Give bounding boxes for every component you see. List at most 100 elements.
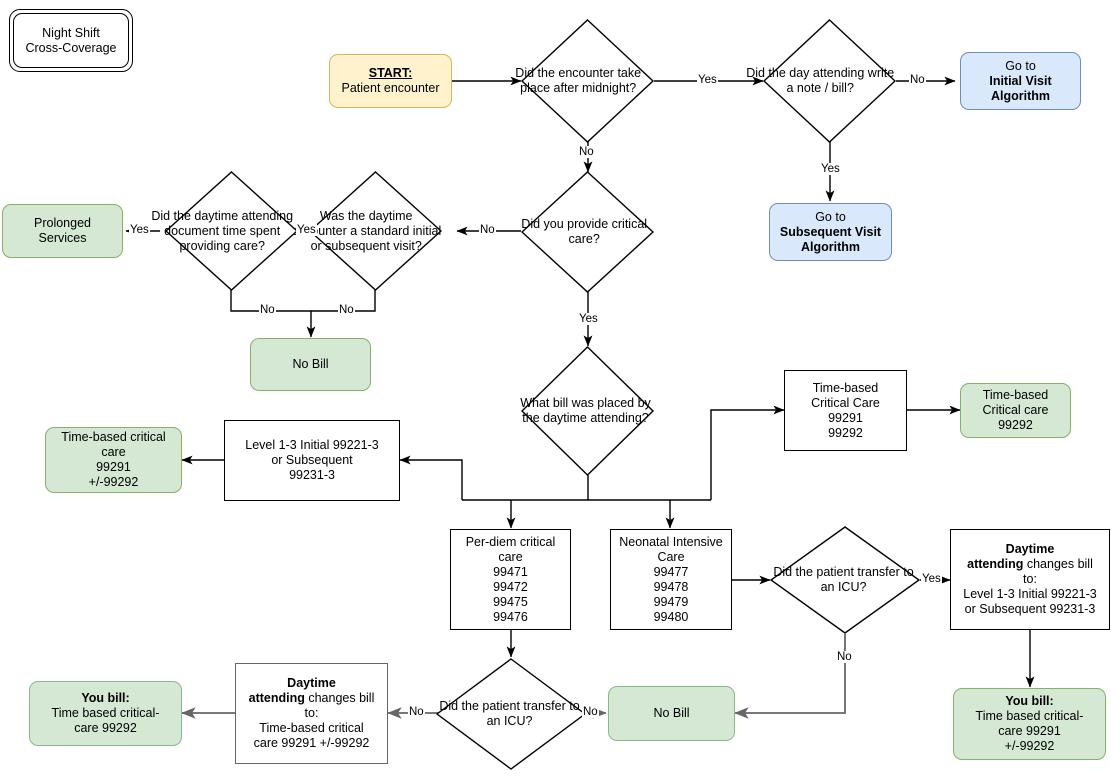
edge-label-no-icu-bottom: No [582,706,599,718]
decision-label: Did you provide critical care? [521,217,648,246]
process-line-2: or Subsequent [271,453,353,467]
title-line-1: Night Shift [42,25,100,40]
process-line-6: 99480 [653,609,689,624]
terminal-line-1: No Bill [653,706,690,720]
process-line-5: 99475 [493,594,528,609]
process-line-2: Critical Care [811,395,880,410]
terminal-no-bill-top: No Bill [250,338,371,391]
terminal-line-4: +/-99292 [88,475,139,489]
terminal-line-3: care 99292 [74,721,137,735]
start-sublabel: Patient encounter [341,81,440,95]
process-time-based-critical-care: Time-based Critical Care 99291 99292 [784,370,907,451]
process-line-5: care 99291 +/-99292 [253,736,370,750]
ref-line-2: Initial Visit [989,73,1052,88]
decision-icu-transfer-right: Did the patient transfer to an ICU? [770,526,920,634]
terminal-line-1: You bill: [1005,694,1054,708]
edge-label-no-day-attending: No [909,74,926,86]
process-line-2: care [498,549,523,564]
decision-label: Did the patient transfer to an ICU? [439,699,580,728]
decision-label: What bill was placed by the daytime atte… [520,396,651,425]
process-line-2b: changes bill [1023,557,1093,571]
process-line-5: 99479 [653,594,689,609]
decision-provide-critical-care: Did you provide critical care? [521,171,654,293]
edge-label-no-standard-visit: No [338,304,355,316]
process-line-2: attending [967,557,1024,571]
process-line-2: Care [657,549,685,564]
process-line-3: 99231-3 [289,468,335,482]
title-line-2: Cross-Coverage [25,40,117,55]
edge-label-no-critical-care: No [479,224,496,236]
edge-label-yes-icu-right: Yes [921,573,942,585]
terminal-prolonged-services: Prolonged Services [2,204,123,258]
edge-label-no-icu-right: No [836,651,853,663]
terminal-line-3: 99292 [998,418,1033,432]
flowchart-canvas: Night Shift Cross-Coverage START: Patien… [0,0,1111,779]
edge-label-yes-midnight: Yes [697,74,718,86]
terminal-line-2: care [101,445,126,459]
ref-line-1: Go to [815,209,846,224]
process-per-diem-critical-care: Per-diem critical care 99471 99472 99475… [450,529,571,630]
terminal-line-3: care 99291 [998,724,1061,738]
ref-line-1: Go to [1005,58,1036,73]
terminal-line-1: No Bill [292,357,329,371]
edge-label-yes-document-time: Yes [129,224,150,236]
process-daytime-attending-changes-to-time-based: Daytime attending changes bill to: Time-… [235,663,388,764]
edge-label-yes-day-attending: Yes [820,163,841,175]
terminal-line-2: Critical care [982,403,1049,417]
process-line-4: Level 1-3 Initial 99221-3 [963,587,1097,601]
process-line-1: Daytime [287,676,336,690]
process-level-1-3-initial-or-subsequent: Level 1-3 Initial 99221-3 or Subsequent … [224,420,400,501]
ref-line-2: Subsequent Visit [779,224,882,239]
decision-document-time-spent: Did the daytime attending document time … [151,171,298,291]
terminal-no-bill-bottom: No Bill [608,686,735,741]
process-line-1: Time-based [812,380,879,395]
terminal-line-2: Time based critical- [975,709,1084,723]
decision-icu-transfer-bottom: Did the patient transfer to an ICU? [436,658,586,770]
edge-label-yes-critical-care: Yes [578,313,599,325]
process-line-6: 99476 [493,609,528,624]
process-line-1: Level 1-3 Initial 99221-3 [245,438,379,452]
terminal-line-4: +/-99292 [1004,739,1055,753]
process-line-3: 99477 [653,564,689,579]
edge-label-yes-icu-bottom: No [408,706,425,718]
terminal-time-based-critical-care-99292: Time-based Critical care 99292 [960,383,1071,438]
terminal-line-2: Services [38,231,87,245]
terminal-line-1: You bill: [81,691,130,705]
terminal-you-bill-99292: You bill: Time based critical- care 9929… [29,681,182,746]
process-line-4: 99292 [828,425,863,440]
terminal-time-based-critical-care-99291: Time-based critical care 99291 +/-99292 [45,427,182,493]
terminal-you-bill-99291: You bill: Time based critical- care 9929… [953,688,1106,760]
process-line-4: Time-based critical [259,721,364,735]
terminal-line-1: Time-based critical [61,430,166,444]
reference-initial-visit-algorithm[interactable]: Go to Initial Visit Algorithm [960,52,1081,110]
decision-label: Did the daytime attending document time … [151,208,294,253]
terminal-line-1: Time-based [982,388,1049,402]
process-line-3: 99471 [493,564,528,579]
decision-label: Did the day attending write a note / bil… [746,66,895,95]
terminal-line-1: Prolonged [34,216,91,230]
process-neonatal-intensive-care: Neonatal Intensive Care 99477 99478 9947… [610,529,732,630]
edge-label-yes-standard-visit: Yes [296,224,317,236]
decision-standard-initial-or-subsequent-visit: Was the daytime encounter a standard ini… [291,171,442,291]
terminal-line-3: 99291 [96,460,131,474]
process-line-3: 99291 [828,410,863,425]
process-line-3: to: [304,706,319,720]
terminal-line-2: Time based critical- [51,706,160,720]
decision-label: Did the encounter take place after midni… [515,66,642,95]
decision-day-attending-note: Did the day attending write a note / bil… [746,19,896,143]
start-node: START: Patient encounter [329,54,452,108]
process-line-1: Neonatal Intensive [619,534,723,549]
ref-line-3: Algorithm [990,88,1051,103]
process-line-3: to: [1023,572,1037,586]
process-line-4: 99472 [493,579,528,594]
title-box: Night Shift Cross-Coverage [9,9,133,72]
decision-encounter-after-midnight: Did the encounter take place after midni… [515,19,654,143]
start-label: START: [368,66,413,80]
reference-subsequent-visit-algorithm[interactable]: Go to Subsequent Visit Algorithm [769,203,892,261]
process-line-1: Per-diem critical [465,534,556,549]
edge-label-no-midnight: No [578,146,595,158]
decision-what-bill-placed: What bill was placed by the daytime atte… [520,346,654,476]
edge-label-no-document-time: No [259,304,276,316]
ref-line-3: Algorithm [800,239,861,254]
process-line-5: or Subsequent 99231-3 [964,602,1096,616]
